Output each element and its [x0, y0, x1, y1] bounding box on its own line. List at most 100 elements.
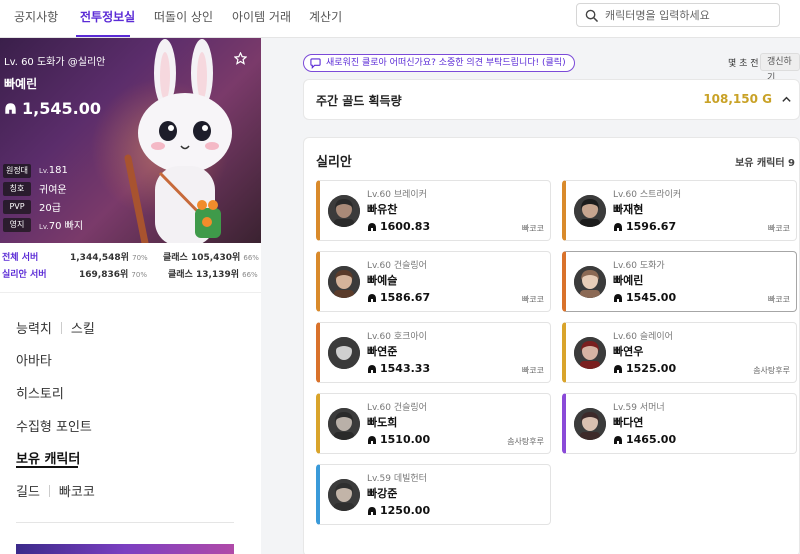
character-guild: 솜사탕후루 [507, 437, 544, 446]
class-ranking-value: 클래스 13,139위 [168, 270, 239, 280]
character-level-class: Lv.60 건슬링어 [367, 403, 427, 413]
stat-value: 70 빠지 [48, 221, 84, 232]
character-level-class: Lv. 60 도화가 @실리안 [4, 57, 106, 68]
search-icon[interactable] [585, 9, 598, 22]
server-name: 실리안 [316, 155, 352, 170]
character-item-level: 1545.00 [613, 291, 676, 304]
character-name: 빠도희 [367, 416, 398, 429]
character-name: 빠강준 [367, 487, 398, 500]
character-avatar [574, 195, 606, 227]
character-card[interactable]: Lv.60 건슬링어빠도희 1510.00 솜사탕후루 [316, 393, 551, 454]
nav-battle-info[interactable]: 전투정보실 [80, 8, 135, 25]
divider [48, 485, 50, 497]
side-menu-history[interactable]: 히스토리 [16, 383, 64, 402]
character-level-class: Lv.59 서머너 [613, 403, 665, 413]
side-menu-collectibles[interactable]: 수집형 포인트 [16, 416, 92, 435]
favorite-star-icon[interactable] [234, 52, 247, 65]
last-updated: 몇 초 전 [728, 59, 759, 69]
character-item-level: 1525.00 [613, 362, 676, 375]
score-value: 1586.67 [380, 291, 431, 304]
chat-bubble-icon [310, 58, 321, 69]
chevron-up-icon[interactable] [781, 94, 792, 105]
stat-tag: PVP [3, 199, 31, 214]
side-menu-owned-characters-label: 보유 캐릭터 [16, 452, 81, 467]
stat-value: 20급 [39, 203, 61, 214]
helmet-icon [368, 364, 376, 373]
refresh-button[interactable]: 갱신하기 [760, 53, 800, 83]
character-item-level: 1543.33 [367, 362, 430, 375]
character-card[interactable]: Lv.60 스트라이커 빠재현 1596.67 빠코코 [562, 180, 797, 241]
nav-notice[interactable]: 공지사항 [14, 8, 58, 25]
side-menu-owned-characters[interactable]: 보유 캐릭터 [16, 448, 81, 468]
helmet-icon [368, 222, 376, 231]
stat-row-title: 칭호 귀여운 [3, 180, 83, 197]
helmet-icon [368, 506, 376, 515]
stat-tag: 영지 [3, 217, 31, 232]
character-avatar [328, 266, 360, 298]
character-name: 빠다연 [613, 416, 644, 429]
character-card[interactable]: Lv.60 호크아이 빠연준 1543.33 빠코코 [316, 322, 551, 383]
score-value: 1543.33 [380, 362, 431, 375]
helmet-icon [614, 364, 622, 373]
character-profile-card: Lv. 60 도화가 @실리안 빠예린 1,545.00 원정대 Lv.181 … [0, 38, 261, 243]
character-level-class: Lv.60 건슬링어 [367, 261, 427, 271]
promo-banner[interactable] [16, 544, 234, 554]
character-item-level: 1465.00 [613, 433, 676, 446]
character-card[interactable]: Lv.60 슬레이어 빠연우 1525.00 솜사탕후루 [562, 322, 797, 383]
character-card[interactable]: Lv.60 건슬링어 빠예슬 1586.67 빠코코 [316, 251, 551, 312]
character-card[interactable]: Lv.60 브레이커 빠유찬 1600.83 빠코코 [316, 180, 551, 241]
nav-wandering-merchant[interactable]: 떠돌이 상인 [154, 8, 213, 25]
nav-item-trade[interactable]: 아이템 거래 [232, 8, 291, 25]
stat-value: 귀여운 [39, 185, 67, 196]
avatar-portrait [328, 337, 360, 369]
stat-tag: 원정대 [3, 163, 31, 178]
avatar-portrait [328, 195, 360, 227]
character-level-class: Lv.60 브레이커 [367, 190, 427, 200]
side-menu-guild[interactable]: 길드 [16, 485, 40, 500]
character-level-class: Lv.60 스트라이커 [613, 190, 682, 200]
character-card[interactable]: Lv.59 데빌헌터 빠강준 1250.00 [316, 464, 551, 525]
helmet-icon [5, 103, 16, 114]
profile-stats: 원정대 Lv.181 칭호 귀여운 PVP 20급 영지 Lv.70 빠지 [3, 162, 83, 234]
avatar-portrait [328, 479, 360, 511]
character-guild: 솜사탕후루 [753, 366, 790, 375]
ranking-percent: 70% [132, 254, 148, 262]
avatar-portrait [574, 408, 606, 440]
weekly-gold-amount: 108,150 G [703, 92, 772, 106]
nav-calculator[interactable]: 계산기 [309, 8, 342, 25]
score-value: 1250.00 [380, 504, 431, 517]
owned-characters-panel: 실리안 보유 캐릭터 9 Lv.60 브레이커 빠유찬 1600.83 빠코코 Lv.6… [303, 137, 800, 554]
character-card[interactable]: Lv.60 도화가 빠예린 1545.00 빠코코 [562, 251, 797, 312]
character-guild: 빠코코 [767, 224, 790, 233]
character-avatar [328, 337, 360, 369]
character-level-class: Lv.60 슬레이어 [613, 332, 673, 342]
character-avatar [574, 337, 606, 369]
character-name: 빠예린 [4, 77, 38, 91]
side-menu-skills[interactable]: 스킬 [71, 322, 95, 337]
side-menu-row-guild: 길드 빠코코 [16, 481, 95, 500]
character-item-level: 1510.00 [367, 433, 430, 446]
weekly-gold-panel[interactable]: 주간 골드 획득량 108,150 G [303, 79, 800, 120]
avatar-portrait [328, 408, 360, 440]
active-underline [16, 466, 78, 468]
helmet-icon [614, 222, 622, 231]
search-box[interactable] [576, 3, 780, 27]
character-level-class: Lv.60 도화가 [613, 261, 665, 271]
character-card[interactable]: Lv.59 서머너빠다연 1465.00 [562, 393, 797, 454]
character-name: 빠예슬 [367, 274, 398, 287]
score-value: 1465.00 [626, 433, 677, 446]
guild-name[interactable]: 빠코코 [59, 485, 95, 500]
nav-active-indicator [76, 35, 130, 37]
stat-row-pvp: PVP 20급 [3, 198, 83, 215]
top-nav: 공지사항 전투정보실 떠돌이 상인 아이템 거래 계산기 [0, 0, 800, 38]
feedback-banner[interactable]: 새로워진 클로아 어떠신가요? 소중한 의견 부탁드립니다! (클릭) [303, 54, 575, 72]
character-name: 빠유찬 [367, 203, 398, 216]
side-menu-stats[interactable]: 능력치 [16, 322, 52, 337]
score-value: 1,545.00 [22, 99, 101, 118]
class-ranking-value: 클래스 105,430위 [163, 253, 241, 263]
search-input[interactable] [605, 7, 775, 24]
divider [60, 322, 62, 334]
helmet-icon [614, 435, 622, 444]
ranking-row-all: 전체 서버 1,344,548위 70% 클래스 105,430위 66% [0, 250, 261, 266]
side-menu-avatar[interactable]: 아바타 [16, 350, 52, 369]
